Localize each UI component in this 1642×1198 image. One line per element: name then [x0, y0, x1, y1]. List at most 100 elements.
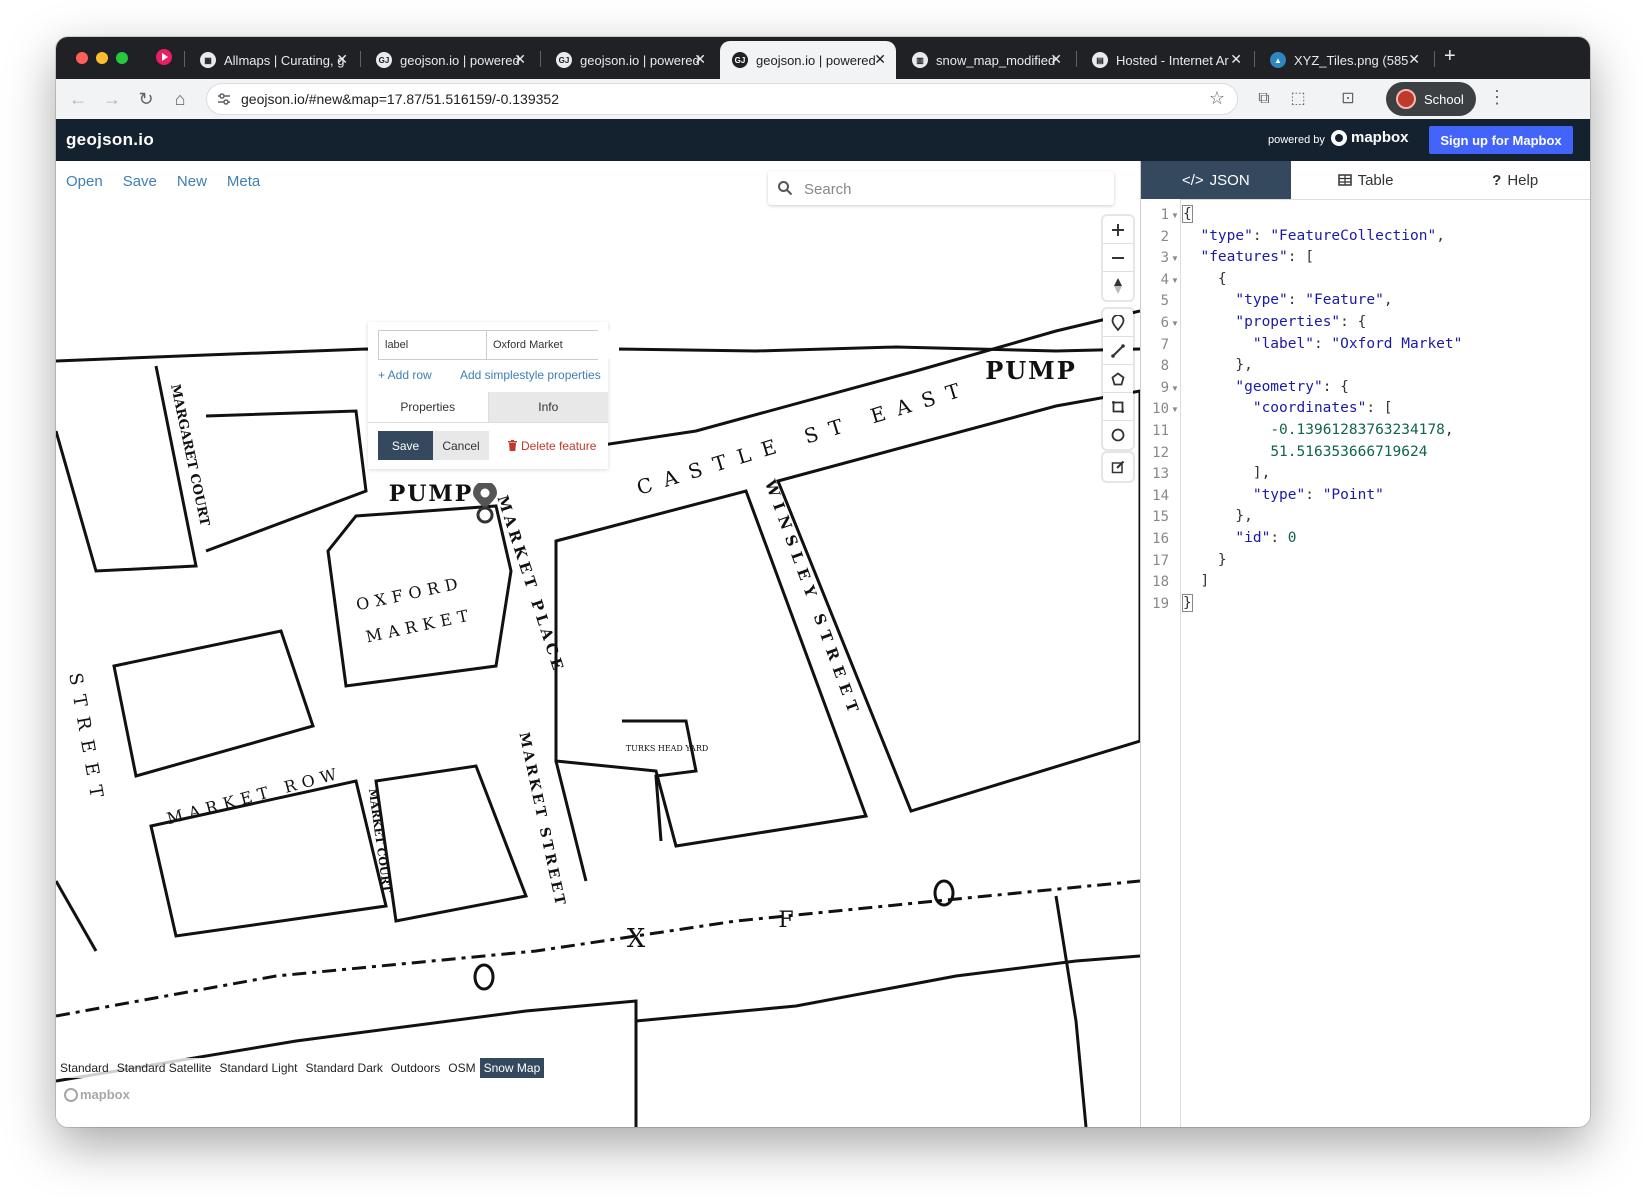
code-line[interactable]: "geometry": {: [1183, 379, 1349, 395]
style-standard-dark[interactable]: Standard Dark: [301, 1058, 387, 1078]
code-line[interactable]: "coordinates": [: [1183, 400, 1393, 416]
app-header: geojson.io powered by mapbox Sign up for…: [56, 119, 1590, 161]
draw-circle-button[interactable]: [1103, 421, 1133, 449]
tab-title: geojson.io | powered: [756, 52, 876, 68]
fold-toggle-icon[interactable]: ▼: [1171, 384, 1179, 393]
draw-polygon-button[interactable]: [1103, 365, 1133, 393]
code-line[interactable]: ],: [1183, 465, 1270, 481]
tab-geojson-active[interactable]: GJ geojson.io | powered ✕: [720, 41, 896, 79]
code-line[interactable]: {: [1182, 205, 1193, 223]
line-number: 3: [1160, 250, 1169, 267]
style-snow-map[interactable]: Snow Map: [479, 1058, 545, 1078]
code-line[interactable]: "id": 0: [1183, 530, 1296, 546]
tab-geojson-1[interactable]: GJ geojson.io | powered ✕: [364, 41, 536, 79]
tab-json[interactable]: </> JSON: [1141, 161, 1291, 199]
code-line[interactable]: "features": [: [1183, 249, 1314, 265]
forward-button[interactable]: →: [100, 87, 124, 111]
tab-properties[interactable]: Properties: [368, 392, 488, 422]
property-key-input[interactable]: [379, 331, 487, 359]
search-box[interactable]: [768, 171, 1114, 205]
fold-toggle-icon[interactable]: ▼: [1171, 405, 1179, 414]
code-line[interactable]: "type": "FeatureCollection",: [1183, 228, 1444, 244]
style-outdoors[interactable]: Outdoors: [386, 1058, 445, 1078]
home-button[interactable]: ⌂: [168, 87, 192, 111]
profile-button[interactable]: School: [1386, 82, 1476, 116]
maximize-window-button[interactable]: [116, 52, 128, 64]
close-icon[interactable]: ✕: [874, 51, 886, 67]
translate-icon[interactable]: ⧉: [1252, 87, 1276, 111]
code-line[interactable]: 51.516353666719624: [1183, 444, 1427, 460]
code-line[interactable]: "type": "Feature",: [1183, 292, 1392, 308]
menu-meta[interactable]: Meta: [227, 173, 260, 190]
app-brand[interactable]: geojson.io: [66, 130, 154, 150]
signup-button[interactable]: Sign up for Mapbox: [1429, 126, 1573, 154]
close-window-button[interactable]: [76, 52, 88, 64]
add-simplestyle-button[interactable]: Add simplestyle properties: [460, 368, 601, 382]
tab-info[interactable]: Info: [487, 392, 608, 422]
zoom-in-button[interactable]: [1103, 216, 1133, 244]
style-standard-satellite[interactable]: Standard Satellite: [112, 1058, 216, 1078]
browser-menu-icon[interactable]: ⋮: [1488, 87, 1506, 108]
fold-toggle-icon[interactable]: ▼: [1171, 254, 1179, 263]
style-standard-light[interactable]: Standard Light: [215, 1058, 302, 1078]
search-input[interactable]: [802, 177, 1106, 201]
save-button[interactable]: Save: [378, 431, 433, 460]
new-tab-button[interactable]: +: [1444, 45, 1456, 68]
menu-new[interactable]: New: [177, 173, 207, 190]
mapbox-attribution[interactable]: mapbox: [64, 1087, 130, 1102]
minimize-window-button[interactable]: [96, 52, 108, 64]
close-icon[interactable]: ✕: [514, 51, 526, 67]
close-icon[interactable]: ✕: [1230, 51, 1242, 67]
style-osm[interactable]: OSM: [444, 1058, 480, 1078]
reload-button[interactable]: ↻: [134, 87, 158, 111]
address-bar[interactable]: geojson.io/#new&map=17.87/51.516159/-0.1…: [206, 83, 1238, 115]
draw-rectangle-button[interactable]: [1103, 393, 1133, 421]
style-standard[interactable]: Standard: [56, 1058, 113, 1078]
close-icon[interactable]: ✕: [1050, 51, 1062, 67]
back-button[interactable]: ←: [66, 87, 90, 111]
code-line[interactable]: ]: [1183, 573, 1209, 589]
tab-help[interactable]: ? Help: [1440, 161, 1590, 199]
draw-line-button[interactable]: [1103, 337, 1133, 365]
edit-features-button[interactable]: [1103, 453, 1133, 481]
zoom-out-button[interactable]: [1103, 244, 1133, 272]
close-icon[interactable]: ✕: [694, 51, 706, 67]
code-line[interactable]: "type": "Point": [1183, 487, 1384, 503]
tab-internet-archive[interactable]: ▤ Hosted - Internet Ar ✕: [1080, 41, 1252, 79]
code-line[interactable]: -0.13961283763234178,: [1183, 422, 1453, 438]
cast-icon[interactable]: ⊡: [1336, 87, 1360, 111]
code-line[interactable]: "properties": {: [1183, 314, 1366, 330]
fold-toggle-icon[interactable]: ▼: [1171, 276, 1179, 285]
extensions-icon[interactable]: ⬚: [1286, 87, 1310, 111]
menu-open[interactable]: Open: [66, 173, 103, 190]
fold-toggle-icon[interactable]: ▼: [1171, 211, 1179, 220]
close-icon[interactable]: ✕: [336, 51, 348, 67]
tab-snow-map[interactable]: ▥ snow_map_modified ✕: [900, 41, 1072, 79]
map[interactable]: MARGARET COURT PUMP PUMP CASTLE ST EAST …: [56, 161, 1140, 1127]
fold-toggle-icon[interactable]: ▼: [1171, 319, 1179, 328]
code-line[interactable]: "label": "Oxford Market": [1183, 336, 1463, 352]
code-line[interactable]: }: [1183, 552, 1227, 568]
media-playing-icon[interactable]: [156, 49, 172, 65]
code-line[interactable]: }: [1182, 593, 1193, 612]
cancel-button[interactable]: Cancel: [433, 431, 489, 460]
bookmark-star-icon[interactable]: ☆: [1209, 88, 1225, 109]
code-line[interactable]: {: [1183, 271, 1227, 287]
close-icon[interactable]: ✕: [1408, 51, 1420, 67]
add-row-button[interactable]: + Add row: [378, 368, 432, 382]
menu-save[interactable]: Save: [123, 173, 157, 190]
property-value-input[interactable]: [487, 331, 619, 359]
compass-button[interactable]: [1103, 272, 1133, 300]
tab-table[interactable]: Table: [1291, 161, 1441, 199]
code-line[interactable]: },: [1183, 508, 1252, 524]
tab-xyz-tiles[interactable]: ▲ XYZ_Tiles.png (585 ✕: [1258, 41, 1430, 79]
draw-point-button[interactable]: [1103, 309, 1133, 337]
url-text[interactable]: geojson.io/#new&map=17.87/51.516159/-0.1…: [241, 91, 559, 107]
tab-allmaps[interactable]: ▦ Allmaps | Curating, g ✕: [188, 41, 358, 79]
tab-geojson-2[interactable]: GJ geojson.io | powered ✕: [544, 41, 716, 79]
point-feature-marker[interactable]: [471, 483, 499, 525]
code-line[interactable]: },: [1183, 357, 1252, 373]
mapbox-logo[interactable]: mapbox: [1331, 129, 1409, 146]
delete-feature-button[interactable]: Delete feature: [508, 431, 596, 460]
site-settings-icon[interactable]: [217, 92, 231, 106]
